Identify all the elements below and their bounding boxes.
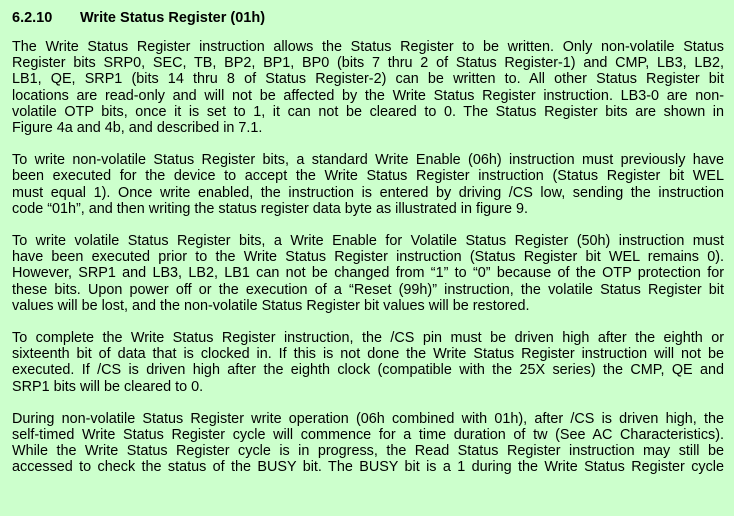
paragraph-line: To write volatile Status Register bits, …	[12, 233, 724, 250]
paragraph-line: During non-volatile Status Register writ…	[12, 410, 724, 427]
section-title: Write Status Register (01h)	[80, 10, 266, 26]
paragraph-line: these bits. Upon power off or the execut…	[12, 281, 724, 298]
paragraph-line: executed. If /CS is driven high after th…	[12, 362, 724, 379]
paragraph: To write volatile Status Register bits, …	[12, 233, 724, 314]
paragraph-line: code “01h”, and then writing the status …	[12, 200, 528, 217]
paragraph-line: volatile OTP bits, once it is set to 1, …	[12, 103, 724, 120]
paragraph-line: However, SRP1 and LB3, LB2, LB1 can not …	[12, 265, 724, 282]
document-page: 6.2.10 Write Status Register (01h) The W…	[0, 0, 734, 516]
paragraph-line: To write non-volatile Status Register bi…	[12, 152, 724, 169]
paragraph-line: SRP1 bits will be cleared to 0.	[12, 378, 204, 395]
paragraph: To write non-volatile Status Register bi…	[12, 152, 724, 217]
paragraph-line: must equal 1). Once write enabled, the i…	[12, 184, 724, 201]
section-body: The Write Status Register instruction al…	[12, 39, 724, 476]
paragraph-line: locations are read-only and will not be …	[12, 87, 724, 104]
paragraph-line: accessed to check the status of the BUSY…	[12, 459, 724, 476]
paragraph: During non-volatile Status Register writ…	[12, 411, 724, 476]
paragraph-line: Figure 4a and 4b, and described in 7.1.	[12, 120, 263, 137]
paragraph-line: To complete the Write Status Register in…	[12, 330, 724, 347]
paragraph-line: self-timed Write Status Register cycle w…	[12, 427, 724, 444]
paragraph-line: values will be lost, and the non-volatil…	[12, 297, 530, 314]
paragraph-line: been executed for the device to accept t…	[12, 168, 724, 185]
paragraph-line: sixteenth bit of data that is clocked in…	[12, 346, 724, 363]
section-number: 6.2.10	[12, 10, 53, 26]
paragraph-line: The Write Status Register instruction al…	[12, 39, 724, 55]
paragraph: To complete the Write Status Register in…	[12, 330, 724, 395]
section-heading: 6.2.10 Write Status Register (01h)	[12, 10, 724, 28]
paragraph: The Write Status Register instruction al…	[12, 39, 724, 136]
paragraph-line: have been executed prior to the Write St…	[12, 249, 724, 266]
paragraph-line: Register bits SRP0, SEC, TB, BP2, BP1, B…	[12, 55, 724, 72]
paragraph-line: LB1, QE, SRP1 (bits 14 thru 8 of Status …	[12, 71, 724, 88]
paragraph-line: While the Write Status Register cycle is…	[12, 443, 724, 460]
